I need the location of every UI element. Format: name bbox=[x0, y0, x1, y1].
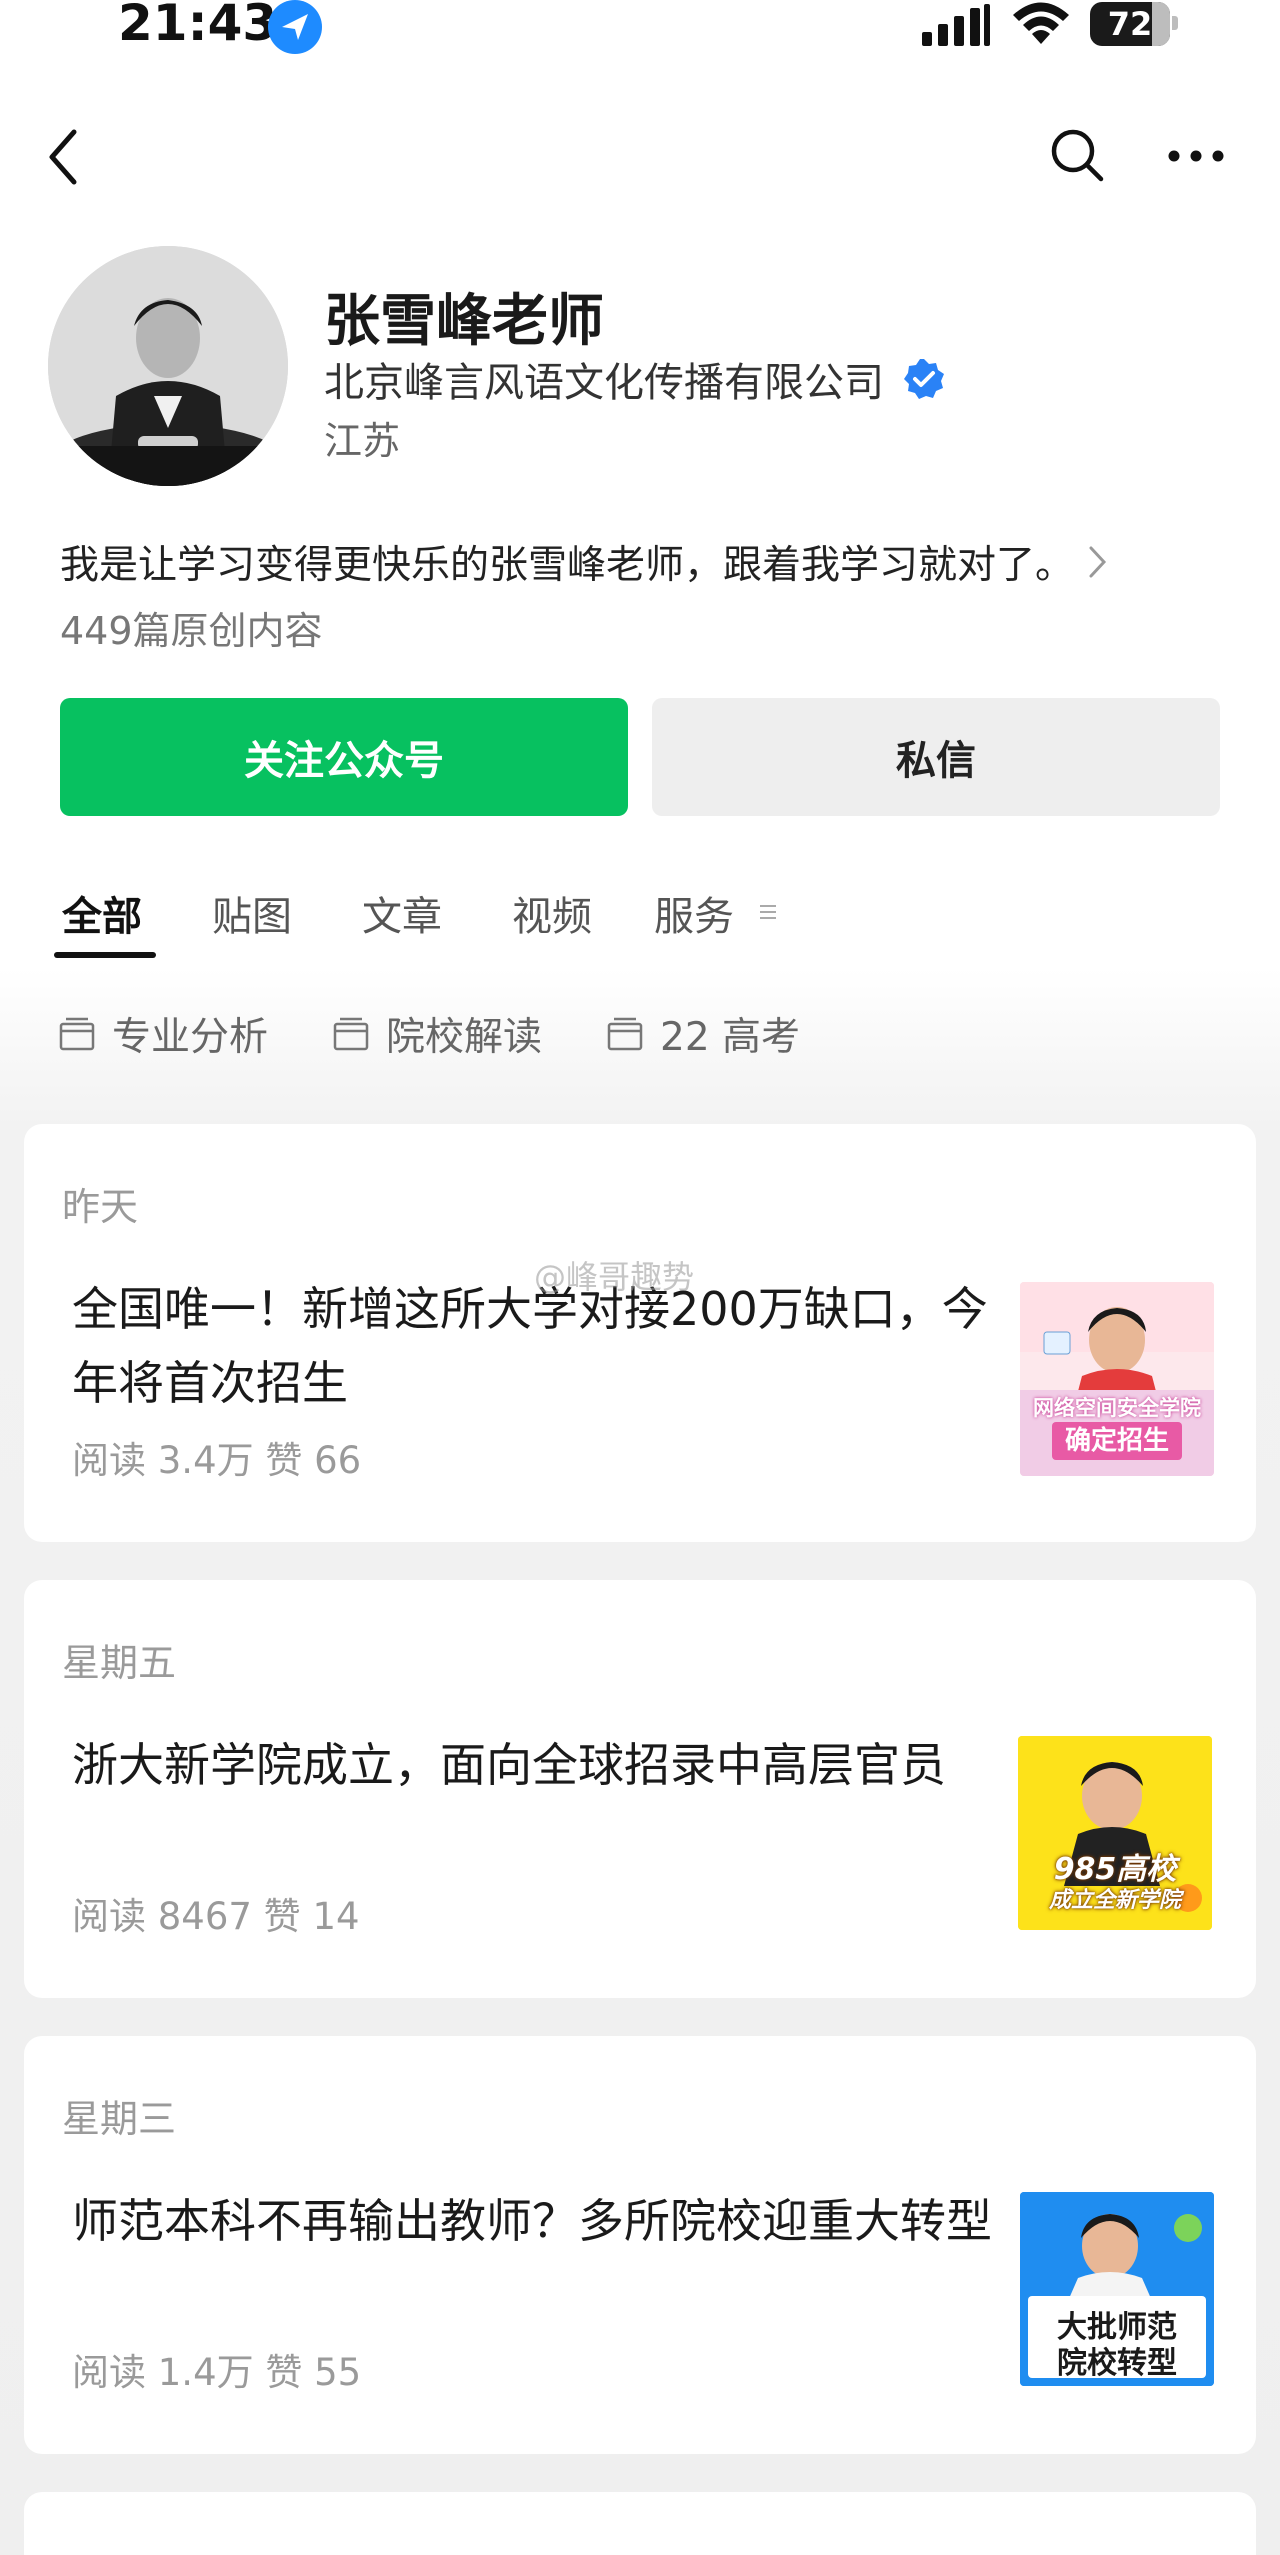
profile-org: 北京峰言风语文化传播有限公司 bbox=[324, 350, 946, 408]
article-title: 师范本科不再输出教师？多所院校迎重大转型 bbox=[72, 2194, 992, 2248]
battery-icon: 72 bbox=[1090, 2, 1170, 46]
profile-bio[interactable]: 我是让学习变得更快乐的张雪峰老师，跟着我学习就对了。 bbox=[60, 534, 1230, 590]
search-icon[interactable] bbox=[1048, 126, 1106, 184]
article-card[interactable]: 星期三 师范本科不再输出教师？多所院校迎重大转型 阅读 1.4万 赞 55 大批… bbox=[24, 2036, 1256, 2454]
article-card[interactable] bbox=[24, 2492, 1256, 2555]
folder-icon bbox=[59, 1017, 95, 1051]
tab-videos[interactable]: 视频 bbox=[512, 884, 592, 942]
tab-articles[interactable]: 文章 bbox=[362, 884, 442, 942]
cellular-signal-icon bbox=[922, 4, 990, 46]
location-arrow-icon bbox=[268, 0, 322, 54]
thumbnail-caption: 成立全新学院 bbox=[1048, 1888, 1181, 1913]
back-chevron-icon[interactable] bbox=[40, 126, 90, 188]
menu-lines-icon[interactable] bbox=[756, 900, 780, 924]
thumbnail-caption: 确定招生 bbox=[1052, 1422, 1182, 1460]
follow-button[interactable]: 关注公众号 bbox=[60, 698, 628, 816]
tag-label: 22 高考 bbox=[660, 1015, 801, 1060]
watermark: @峰哥趣势 bbox=[534, 1258, 695, 1296]
profile-org-label: 北京峰言风语文化传播有限公司 bbox=[324, 360, 884, 406]
profile-name: 张雪峰老师 bbox=[324, 289, 604, 354]
original-count: 449篇原创内容 bbox=[60, 609, 323, 653]
tag-gaokao-22[interactable]: 22 高考 bbox=[606, 1006, 800, 1062]
wifi-icon bbox=[1013, 2, 1069, 44]
tag-college-insight[interactable]: 院校解读 bbox=[332, 1006, 542, 1062]
article-thumbnail: 网络空间安全学院 确定招生 bbox=[1020, 1282, 1214, 1476]
tag-major-analysis[interactable]: 专业分析 bbox=[58, 1006, 268, 1062]
tag-label: 专业分析 bbox=[112, 1015, 269, 1060]
article-card[interactable]: 昨天 全国唯一！新增这所大学对接200万缺口，今年将首次招生 阅读 3.4万 赞… bbox=[24, 1124, 1256, 1542]
tab-all[interactable]: 全部 bbox=[62, 884, 142, 942]
article-date: 昨天 bbox=[62, 1185, 139, 1229]
article-date: 星期三 bbox=[62, 2097, 177, 2141]
article-title: 浙大新学院成立，面向全球招录中高层官员 bbox=[72, 1738, 946, 1792]
profile-region: 江苏 bbox=[324, 419, 401, 463]
article-stats: 阅读 1.4万 赞 55 bbox=[72, 2351, 362, 2394]
article-stats: 阅读 3.4万 赞 66 bbox=[72, 1439, 362, 1482]
thumbnail-caption: 院校转型 bbox=[1057, 2346, 1177, 2381]
status-time: 21:43 bbox=[118, 0, 278, 52]
active-tab-indicator bbox=[54, 952, 156, 958]
tag-label: 院校解读 bbox=[386, 1015, 543, 1060]
article-card[interactable]: 星期五 浙大新学院成立，面向全球招录中高层官员 阅读 8467 赞 14 985… bbox=[24, 1580, 1256, 1998]
battery-level: 72 bbox=[1107, 5, 1153, 43]
article-thumbnail: 大批师范 院校转型 bbox=[1020, 2192, 1214, 2386]
more-icon[interactable] bbox=[1166, 130, 1226, 182]
folder-icon bbox=[607, 1017, 643, 1051]
article-date: 星期五 bbox=[62, 1641, 177, 1685]
message-button[interactable]: 私信 bbox=[652, 698, 1220, 816]
profile-bio-text: 我是让学习变得更快乐的张雪峰老师，跟着我学习就对了。 bbox=[60, 543, 1075, 588]
tab-images[interactable]: 贴图 bbox=[212, 884, 292, 942]
tab-services[interactable]: 服务 bbox=[654, 884, 734, 942]
chevron-right-icon bbox=[1089, 546, 1107, 578]
avatar[interactable] bbox=[48, 246, 288, 486]
article-title: 全国唯一！新增这所大学对接200万缺口，今年将首次招生 bbox=[72, 1282, 988, 1410]
article-stats: 阅读 8467 赞 14 bbox=[72, 1895, 360, 1938]
article-thumbnail: 985高校 成立全新学院 bbox=[1018, 1736, 1212, 1930]
folder-icon bbox=[333, 1017, 369, 1051]
status-bar: 21:43 72 bbox=[0, 0, 1280, 60]
thumbnail-caption: 网络空间安全学院 bbox=[1033, 1396, 1201, 1420]
verified-badge-icon bbox=[904, 359, 944, 399]
